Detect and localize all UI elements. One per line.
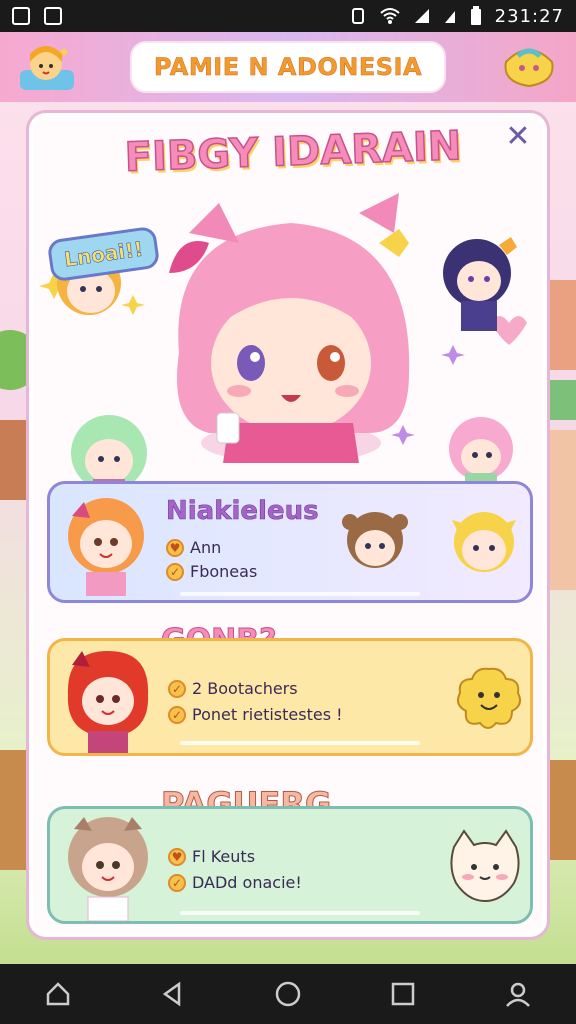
card-3-stat-2: ✓ DADd onacie!	[168, 873, 302, 892]
signal-2-icon	[444, 11, 455, 23]
character-card-3[interactable]: ♥ Fl Keuts ✓ DADd onacie!	[47, 806, 533, 924]
card-1-stat-2: ✓ Fboneas	[166, 562, 257, 581]
home-icon	[46, 982, 69, 1006]
vibrate-icon	[351, 8, 364, 24]
card-2-stat-1-text: 2 Bootachers	[192, 679, 298, 698]
card-1-stat-1-text: Ann	[190, 538, 222, 557]
close-button[interactable]: ✕	[503, 122, 533, 153]
card-2-stat-2-text: Ponet rietistestes !	[192, 705, 343, 724]
card-1-companion-1	[342, 512, 408, 568]
character-card-1[interactable]: Niakieleus ♥ Ann ✓ Fboneas	[47, 481, 533, 603]
hero-illustration	[39, 193, 527, 505]
back-button[interactable]	[153, 974, 193, 1014]
gift-icon[interactable]	[498, 42, 560, 92]
card-3-stat-1-text: Fl Keuts	[192, 847, 256, 866]
heart-icon: ♥	[168, 847, 186, 866]
home-button[interactable]	[38, 974, 78, 1014]
circle-home-icon	[275, 981, 301, 1007]
check-icon: ✓	[168, 873, 186, 892]
wifi-icon	[380, 8, 400, 24]
check-icon: ✓	[168, 679, 186, 698]
heart-icon: ♥	[166, 538, 184, 557]
app-header: PAMIE N ADONESIA	[0, 32, 576, 102]
card-1-stat-2-text: Fboneas	[190, 562, 258, 581]
profile-avatar[interactable]	[16, 40, 78, 94]
navigation-bar	[0, 964, 576, 1024]
card-2-progress	[180, 741, 420, 745]
character-panel: ✕ FIBGY IDARAIN Lnoai!! Niakieleus ♥ Ann…	[26, 110, 550, 940]
card-3-stat-1: ♥ Fl Keuts	[168, 847, 255, 866]
card-1-title: Niakieleus	[166, 496, 319, 527]
gallery-icon	[12, 7, 30, 25]
check-icon: ✓	[168, 705, 186, 724]
card-3-progress	[180, 911, 420, 915]
back-icon	[162, 981, 181, 1007]
recents-icon	[391, 982, 415, 1006]
status-bar: 231:27	[0, 0, 576, 32]
card-1-progress	[180, 592, 420, 596]
signal-icon	[414, 9, 429, 23]
notification-icon	[44, 7, 62, 25]
cat-mascot-icon	[450, 829, 520, 903]
card-1-companion-2	[452, 512, 516, 572]
circle-home-button[interactable]	[268, 974, 308, 1014]
card-2-portrait	[67, 651, 149, 753]
check-icon: ✓	[166, 562, 184, 581]
clock: 231:27	[494, 5, 564, 27]
battery-icon	[470, 6, 481, 25]
card-2-stat-1: ✓ 2 Bootachers	[168, 679, 298, 698]
recents-button[interactable]	[383, 974, 423, 1014]
card-3-portrait	[68, 817, 148, 921]
app-title: PAMIE N ADONESIA	[129, 41, 447, 93]
profile-icon	[506, 982, 531, 1007]
profile-button[interactable]	[498, 974, 538, 1014]
card-3-stat-2-text: DADd onacie!	[192, 873, 302, 892]
card-2-stat-2: ✓ Ponet rietistestes !	[168, 705, 343, 724]
flower-mascot-icon	[457, 667, 521, 729]
character-card-2[interactable]: ✓ 2 Bootachers ✓ Ponet rietistestes !	[47, 638, 533, 756]
card-1-portrait	[68, 498, 144, 596]
card-1-stat-1: ♥ Ann	[166, 538, 221, 557]
